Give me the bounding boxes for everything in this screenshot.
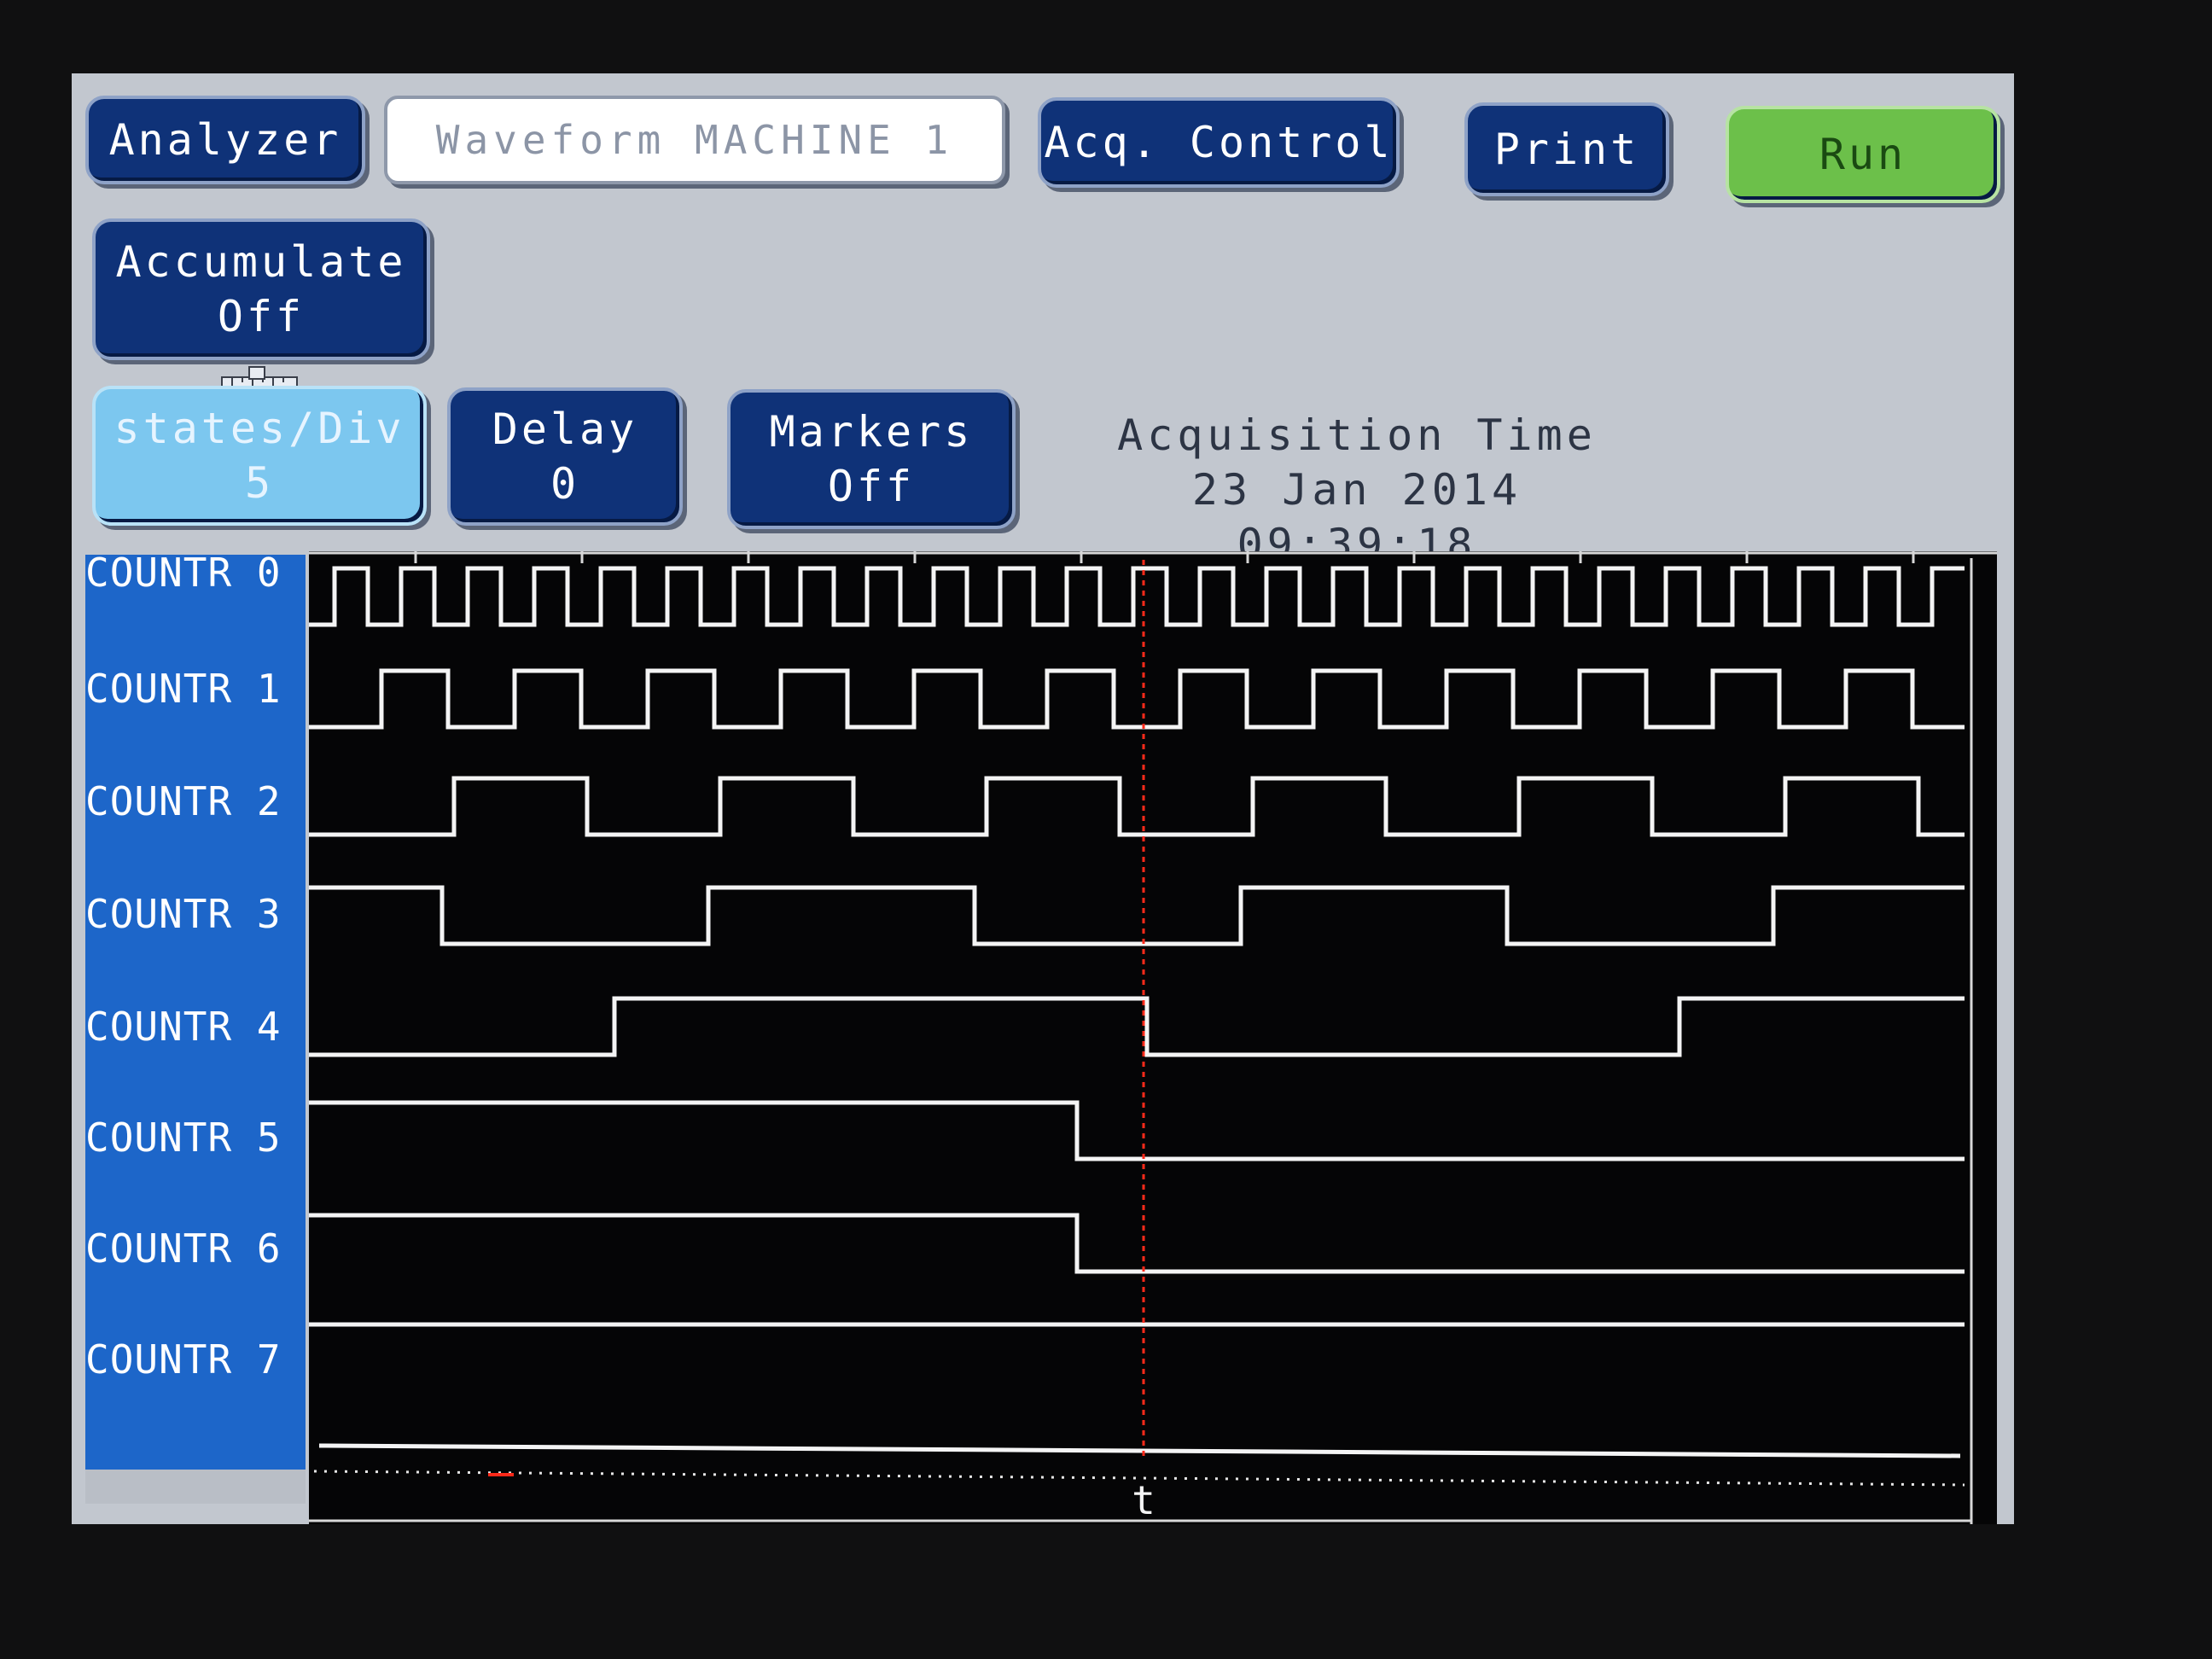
run-button[interactable]: Run [1726, 106, 2000, 203]
waveform-machine-field[interactable]: Waveform MACHINE 1 [384, 96, 1005, 184]
signal-label-1[interactable]: COUNTR 1 [85, 666, 282, 712]
signal-label-2[interactable]: COUNTR 2 [85, 778, 282, 824]
accumulate-value: Off [217, 292, 306, 341]
print-button[interactable]: Print [1464, 102, 1669, 196]
signal-label-6[interactable]: COUNTR 6 [85, 1225, 282, 1272]
signal-label-0[interactable]: COUNTR 0 [85, 550, 282, 596]
print-label: Print [1493, 125, 1640, 174]
cursor-label: t [1132, 1477, 1155, 1523]
accumulate-button[interactable]: Accumulate Off [92, 218, 430, 360]
waveform-display[interactable]: t [309, 551, 1997, 1524]
label-panel-footer [85, 1470, 306, 1504]
signal-label-3[interactable]: COUNTR 3 [85, 891, 282, 937]
run-label: Run [1819, 130, 1907, 179]
signal-label-7[interactable]: COUNTR 7 [85, 1336, 282, 1382]
delay-label: Delay [492, 405, 638, 454]
acq-control-button[interactable]: Acq. Control [1038, 97, 1400, 188]
states-per-div-label: states/Div [114, 404, 405, 453]
states-per-div-button[interactable]: states/Div 5 [92, 386, 427, 526]
signal-label-4[interactable]: COUNTR 4 [85, 1004, 282, 1050]
states-per-div-value: 5 [244, 458, 275, 508]
markers-value: Off [827, 462, 916, 511]
delay-value: 0 [550, 459, 580, 509]
waveform-background [309, 551, 1997, 1524]
accumulate-label: Accumulate [115, 237, 407, 287]
acquisition-time-title: Acquisition Time [1117, 410, 1597, 460]
acq-control-label: Acq. Control [1044, 118, 1394, 167]
analyzer-button-label: Analyzer [108, 115, 342, 165]
markers-label: Markers [769, 407, 974, 457]
analyzer-button[interactable]: Analyzer [85, 96, 365, 184]
signal-label-5[interactable]: COUNTR 5 [85, 1115, 282, 1161]
acquisition-time-info: Acquisition Time 23 Jan 2014 09:39:18 [1058, 408, 1656, 572]
waveform-field-label: Waveform MACHINE 1 [435, 117, 954, 163]
delay-button[interactable]: Delay 0 [447, 387, 683, 526]
markers-button[interactable]: Markers Off [727, 389, 1016, 529]
